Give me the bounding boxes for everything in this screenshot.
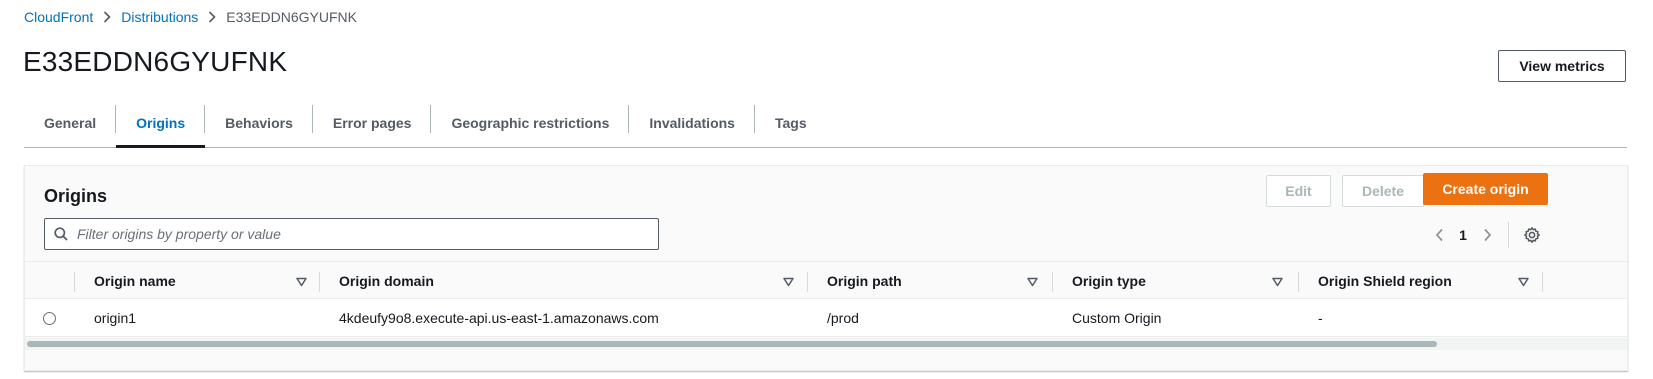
tab-label: Behaviors <box>225 114 293 131</box>
tab-behaviors[interactable]: Behaviors <box>205 98 313 147</box>
column-divider <box>807 272 808 292</box>
pagination: 1 <box>1426 222 1545 248</box>
breadcrumb-link-distributions[interactable]: Distributions <box>121 9 198 25</box>
column-header-label: Origin path <box>827 272 902 289</box>
tab-origins[interactable]: Origins <box>116 98 206 148</box>
create-origin-button[interactable]: Create origin <box>1423 173 1548 205</box>
tab-invalidations[interactable]: Invalidations <box>629 98 755 147</box>
tab-geographic-restrictions[interactable]: Geographic restrictions <box>431 98 630 147</box>
column-divider <box>319 272 320 292</box>
tab-label: Error pages <box>332 114 412 131</box>
column-header-origin-type[interactable]: Origin type <box>1072 262 1298 299</box>
search-icon <box>45 219 77 249</box>
tab-label: General <box>44 114 97 131</box>
chevron-right-icon <box>198 11 226 23</box>
column-header-label: Origin Shield region <box>1318 272 1452 289</box>
column-divider <box>1542 272 1543 292</box>
filter-box <box>44 218 659 250</box>
tab-tags[interactable]: Tags <box>755 98 827 147</box>
column-divider <box>74 272 75 292</box>
column-header-label: Origin name <box>94 272 176 289</box>
tab-label: Origins <box>136 114 186 131</box>
panel-title: Origins <box>44 186 108 206</box>
horizontal-scrollbar[interactable] <box>25 338 1627 350</box>
cell-origin-name: origin1 <box>94 310 137 326</box>
cell-origin-type: Custom Origin <box>1072 310 1162 326</box>
tab-label: Geographic restrictions <box>451 114 610 131</box>
view-metrics-button[interactable]: View metrics <box>1498 50 1626 82</box>
tab-general[interactable]: General <box>24 98 117 147</box>
column-divider <box>1052 272 1053 292</box>
cell-origin-shield-region: - <box>1318 310 1323 326</box>
breadcrumb-link-cloudfront[interactable]: CloudFront <box>24 9 93 25</box>
column-divider <box>1298 272 1299 292</box>
table-row[interactable]: origin1 4kdeufy9o8.execute-api.us-east-1… <box>25 299 1627 337</box>
pagination-divider <box>1508 222 1509 248</box>
delete-button[interactable]: Delete <box>1342 175 1424 207</box>
column-header-origin-domain[interactable]: Origin domain <box>339 262 805 299</box>
breadcrumb: CloudFront Distributions E33EDDN6GYUFNK <box>24 8 357 26</box>
origins-table: Origin name Origin domain Origin path Or… <box>25 261 1627 337</box>
column-header-origin-shield-region[interactable]: Origin Shield region <box>1318 262 1544 299</box>
filter-origins-input[interactable] <box>77 220 647 248</box>
scrollbar-thumb[interactable] <box>27 341 1437 347</box>
sort-down-icon[interactable] <box>296 274 307 290</box>
tab-label: Tags <box>774 114 807 131</box>
gear-icon[interactable] <box>1519 222 1545 248</box>
sort-down-icon[interactable] <box>1027 274 1038 290</box>
column-header-label: Origin type <box>1072 272 1146 289</box>
column-header-origin-name[interactable]: Origin name <box>94 262 320 299</box>
breadcrumb-current: E33EDDN6GYUFNK <box>226 9 357 25</box>
table-header: Origin name Origin domain Origin path Or… <box>25 261 1627 299</box>
page-title: E33EDDN6GYUFNK <box>23 46 288 77</box>
edit-button[interactable]: Edit <box>1266 175 1331 207</box>
tab-label: Invalidations <box>649 114 735 131</box>
chevron-right-icon <box>93 11 121 23</box>
origins-panel: Origins Edit Delete Create origin 1 O <box>24 165 1628 371</box>
chevron-left-icon[interactable] <box>1426 222 1452 248</box>
row-select-radio[interactable] <box>43 312 56 325</box>
cell-origin-domain: 4kdeufy9o8.execute-api.us-east-1.amazona… <box>339 310 659 326</box>
sort-down-icon[interactable] <box>783 274 794 290</box>
sort-down-icon[interactable] <box>1518 274 1529 290</box>
page-number[interactable]: 1 <box>1452 227 1474 243</box>
column-header-origin-path[interactable]: Origin path <box>827 262 1053 299</box>
chevron-right-icon[interactable] <box>1474 222 1500 248</box>
tab-error-pages[interactable]: Error pages <box>313 98 432 147</box>
sort-down-icon[interactable] <box>1272 274 1283 290</box>
column-header-label: Origin domain <box>339 272 434 289</box>
tab-bar: General Origins Behaviors Error pages Ge… <box>24 98 1627 148</box>
cell-origin-path: /prod <box>827 310 859 326</box>
